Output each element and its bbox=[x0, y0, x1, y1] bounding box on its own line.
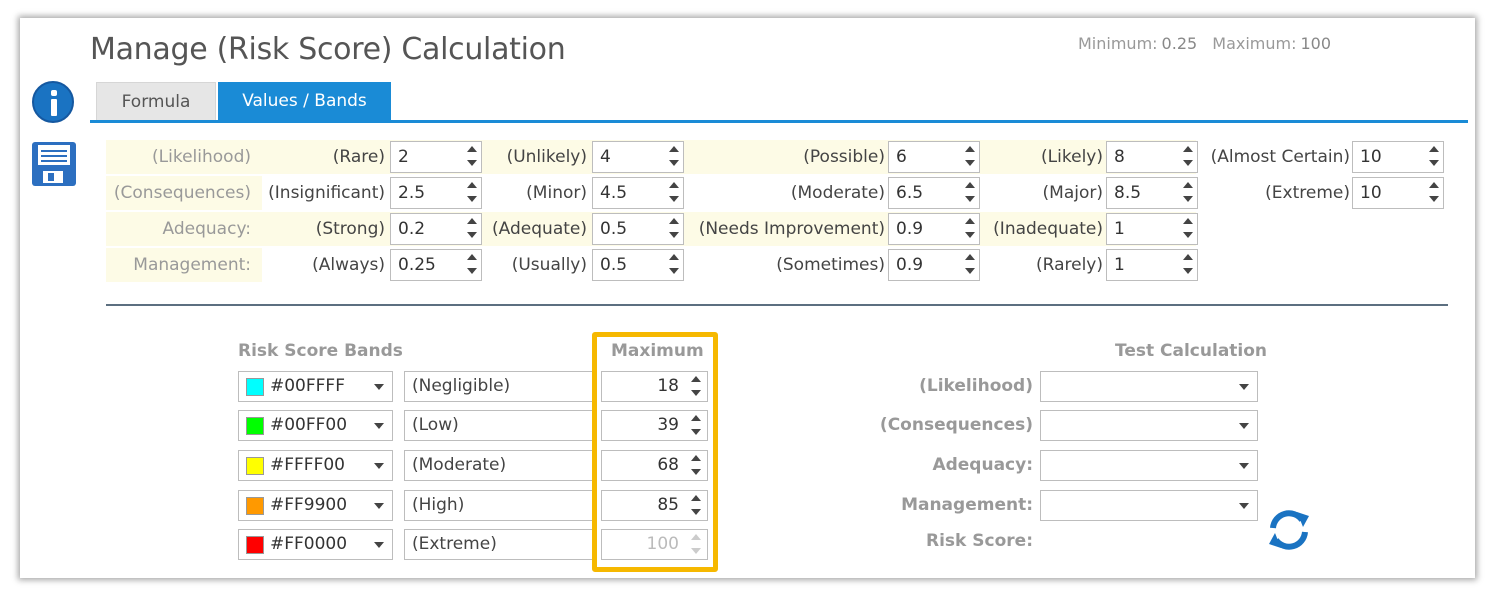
factor-label: (Almost Certain) bbox=[1210, 147, 1350, 167]
test-management-select[interactable] bbox=[1040, 490, 1258, 521]
factor-label: (Needs Improvement) bbox=[698, 219, 885, 239]
factor-label: (Unlikely) bbox=[506, 147, 587, 167]
adequacy-strong-input[interactable]: 0.2 bbox=[390, 213, 482, 245]
maximum-column-highlight bbox=[592, 332, 718, 572]
row-label-consequences: (Consequences) bbox=[113, 183, 251, 203]
band-color-select[interactable]: #FFFF00 bbox=[238, 450, 393, 481]
factor-label: (Rarely) bbox=[1036, 255, 1103, 275]
color-swatch bbox=[246, 536, 264, 554]
save-icon[interactable] bbox=[32, 142, 76, 186]
adequacy-inadequate-input[interactable]: 1 bbox=[1106, 213, 1198, 245]
test-calculation-title: Test Calculation bbox=[1115, 341, 1268, 361]
test-likelihood-select[interactable] bbox=[1040, 371, 1258, 402]
band-name-input[interactable]: (Extreme) bbox=[404, 529, 592, 560]
chevron-down-icon bbox=[374, 503, 384, 509]
likelihood-likely-input[interactable]: 8 bbox=[1106, 141, 1198, 173]
color-hex: #FF0000 bbox=[270, 534, 348, 554]
factor-label: (Adequate) bbox=[492, 219, 587, 239]
consequences-moderate-input[interactable]: 6.5 bbox=[888, 177, 980, 209]
band-name-input[interactable]: (Negligible) bbox=[404, 371, 592, 402]
maximum-value: 100 bbox=[1300, 34, 1332, 53]
section-divider bbox=[106, 304, 1448, 306]
risk-score-label: Risk Score: bbox=[926, 531, 1033, 551]
factor-label: (Strong) bbox=[315, 219, 385, 239]
chevron-down-icon bbox=[374, 542, 384, 548]
band-name-input[interactable]: (Low) bbox=[404, 410, 592, 441]
row-label-likelihood: (Likelihood) bbox=[152, 147, 251, 167]
factor-label: (Likely) bbox=[1041, 147, 1103, 167]
chevron-down-icon bbox=[374, 384, 384, 390]
row-label-adequacy: Adequacy: bbox=[162, 219, 251, 239]
color-swatch bbox=[246, 457, 264, 475]
tab-values-bands[interactable]: Values / Bands bbox=[218, 82, 391, 120]
factor-label: (Major) bbox=[1042, 183, 1103, 203]
score-range: Minimum: 0.25 Maximum: 100 bbox=[1078, 34, 1341, 53]
test-consequences-select[interactable] bbox=[1040, 410, 1258, 441]
consequences-extreme-input[interactable]: 10 bbox=[1352, 177, 1444, 209]
consequences-minor-input[interactable]: 4.5 bbox=[592, 177, 684, 209]
test-management-label: Management: bbox=[901, 495, 1033, 515]
chevron-down-icon bbox=[374, 463, 384, 469]
factor-label: (Insignificant) bbox=[268, 183, 385, 203]
consequences-major-input[interactable]: 8.5 bbox=[1106, 177, 1198, 209]
chevron-down-icon bbox=[374, 423, 384, 429]
factor-label: (Minor) bbox=[526, 183, 587, 203]
tab-underline bbox=[90, 120, 1468, 123]
factor-label: (Extreme) bbox=[1265, 183, 1350, 203]
minimum-label: Minimum: bbox=[1078, 34, 1158, 53]
band-color-select[interactable]: #00FF00 bbox=[238, 410, 393, 441]
band-name-input[interactable]: (Moderate) bbox=[404, 450, 592, 481]
test-consequences-label: (Consequences) bbox=[879, 415, 1033, 435]
factor-label: (Possible) bbox=[803, 147, 885, 167]
factor-label: (Always) bbox=[312, 255, 385, 275]
adequacy-adequate-input[interactable]: 0.5 bbox=[592, 213, 684, 245]
color-hex: #FF9900 bbox=[270, 495, 348, 515]
color-hex: #00FFFF bbox=[270, 376, 345, 396]
chevron-down-icon bbox=[1239, 463, 1249, 469]
band-color-select[interactable]: #FF9900 bbox=[238, 490, 393, 521]
color-swatch bbox=[246, 497, 264, 515]
factor-values-grid: (Likelihood) (Rare) 2 (Unlikely) 4 (Poss… bbox=[106, 140, 1446, 285]
refresh-icon[interactable] bbox=[1265, 506, 1313, 554]
bands-title: Risk Score Bands bbox=[238, 341, 403, 361]
factor-label: (Usually) bbox=[511, 255, 587, 275]
band-color-select[interactable]: #FF0000 bbox=[238, 529, 393, 560]
management-sometimes-input[interactable]: 0.9 bbox=[888, 249, 980, 281]
consequences-insignificant-input[interactable]: 2.5 bbox=[390, 177, 482, 209]
likelihood-unlikely-input[interactable]: 4 bbox=[592, 141, 684, 173]
color-hex: #FFFF00 bbox=[270, 455, 345, 475]
band-name-input[interactable]: (High) bbox=[404, 490, 592, 521]
minimum-value: 0.25 bbox=[1161, 34, 1198, 53]
page-title: Manage (Risk Score) Calculation bbox=[90, 32, 566, 67]
factor-label: (Moderate) bbox=[790, 183, 885, 203]
factor-label: (Rare) bbox=[332, 147, 385, 167]
chevron-down-icon bbox=[1239, 423, 1249, 429]
test-adequacy-select[interactable] bbox=[1040, 450, 1258, 481]
likelihood-possible-input[interactable]: 6 bbox=[888, 141, 980, 173]
color-hex: #00FF00 bbox=[270, 415, 348, 435]
row-label-management: Management: bbox=[133, 255, 251, 275]
maximum-label: Maximum: bbox=[1212, 34, 1297, 53]
chevron-down-icon bbox=[1239, 503, 1249, 509]
test-likelihood-label: (Likelihood) bbox=[919, 376, 1033, 396]
management-rarely-input[interactable]: 1 bbox=[1106, 249, 1198, 281]
test-adequacy-label: Adequacy: bbox=[932, 455, 1033, 475]
likelihood-rare-input[interactable]: 2 bbox=[390, 141, 482, 173]
factor-label: (Inadequate) bbox=[993, 219, 1103, 239]
likelihood-almost-certain-input[interactable]: 10 bbox=[1352, 141, 1444, 173]
color-swatch bbox=[246, 417, 264, 435]
management-always-input[interactable]: 0.25 bbox=[390, 249, 482, 281]
info-icon[interactable] bbox=[32, 81, 74, 123]
tab-formula[interactable]: Formula bbox=[96, 82, 216, 120]
band-color-select[interactable]: #00FFFF bbox=[238, 371, 393, 402]
color-swatch bbox=[246, 378, 264, 396]
adequacy-needs-improvement-input[interactable]: 0.9 bbox=[888, 213, 980, 245]
chevron-down-icon bbox=[1239, 384, 1249, 390]
main-panel: Manage (Risk Score) Calculation Minimum:… bbox=[20, 18, 1475, 578]
management-usually-input[interactable]: 0.5 bbox=[592, 249, 684, 281]
factor-label: (Sometimes) bbox=[776, 255, 885, 275]
